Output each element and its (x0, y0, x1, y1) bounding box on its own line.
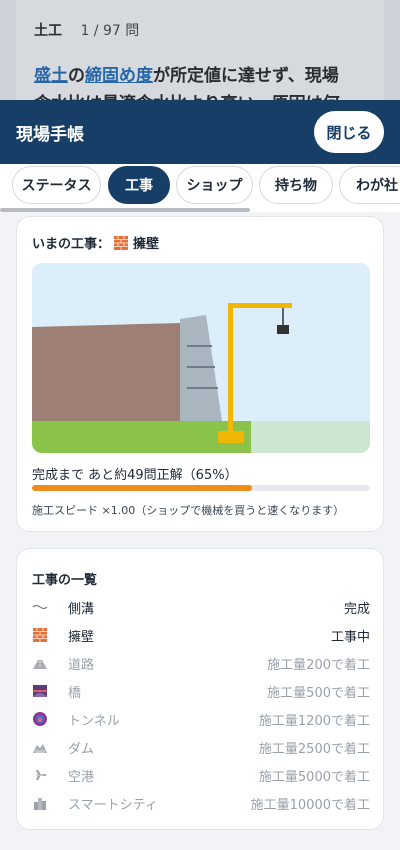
grass-planned (251, 421, 370, 453)
work-item-name: ダム (68, 741, 95, 757)
airplane-icon (32, 767, 48, 783)
work-item-ditch: 側溝 完成 (32, 597, 370, 617)
road-icon (32, 655, 48, 671)
tab-shop[interactable]: ショップ (176, 166, 253, 204)
work-item-airport: 空港 施工量5000で着工 (32, 765, 370, 785)
dam-icon (32, 739, 48, 755)
work-item-name: スマートシティ (68, 797, 158, 813)
tab-scrollbar[interactable] (0, 208, 250, 212)
work-item-name: 空港 (68, 769, 95, 785)
construction-speed-text: 施工スピード ×1.00（ショップで機械を買うと速くなります） (32, 504, 345, 517)
tab-inventory[interactable]: 持ち物 (259, 166, 333, 204)
works-list-card: 工事の一覧 側溝 完成 擁壁 工事中 道路 施工量200で着工 橋 施工量500… (16, 548, 384, 830)
work-item-tunnel: トンネル 施工量1200で着工 (32, 709, 370, 729)
work-item-retaining-wall: 擁壁 工事中 (32, 625, 370, 645)
work-item-status: 施工量1200で着工 (258, 713, 370, 729)
progress-bar (32, 485, 370, 491)
work-item-status: 施工量10000で着工 (250, 797, 370, 813)
current-work-card: いまの工事： 擁壁 完成まで あと約49問正解（65%） 施工スピード ×1.0… (16, 216, 384, 532)
earth-embankment (32, 323, 180, 423)
ditch-icon (32, 599, 48, 615)
current-work-name: 擁壁 (133, 237, 160, 252)
work-item-status: 施工量5000で着工 (258, 769, 370, 785)
work-item-dam: ダム 施工量2500で着工 (32, 737, 370, 757)
progress-bar-fill (32, 485, 252, 491)
work-item-name: トンネル (68, 713, 120, 729)
work-item-status: 工事中 (330, 629, 370, 645)
works-list-title: 工事の一覧 (32, 573, 98, 588)
work-item-status: 完成 (343, 601, 370, 617)
brick-wall-icon (114, 235, 129, 250)
city-icon (32, 795, 48, 811)
tab-status[interactable]: ステータス (12, 166, 101, 204)
work-item-status: 施工量2500で着工 (258, 741, 370, 757)
close-button[interactable]: 閉じる (314, 111, 384, 153)
site-notebook-sheet: 現場手帳 閉じる ステータス 工事 ショップ 持ち物 わが社 いまの工事： 擁壁 (0, 100, 400, 850)
brick-wall-icon (32, 627, 48, 643)
work-item-status: 施工量500で着工 (267, 685, 370, 701)
sheet-title: 現場手帳 (16, 124, 84, 145)
current-work-prefix: いまの工事： (32, 237, 111, 252)
work-item-name: 擁壁 (68, 629, 95, 645)
tab-works[interactable]: 工事 (108, 166, 170, 204)
work-item-name: 道路 (68, 657, 95, 673)
tab-company[interactable]: わが社 (339, 166, 400, 204)
work-item-bridge: 橋 施工量500で着工 (32, 681, 370, 701)
work-item-status: 施工量200で着工 (267, 657, 370, 673)
tunnel-icon (32, 711, 48, 727)
sheet-header: 現場手帳 閉じる (0, 100, 400, 164)
current-work-label: いまの工事： 擁壁 (32, 233, 159, 252)
progress-text: 完成まで あと約49問正解（65%） (32, 468, 238, 483)
tab-bar: ステータス 工事 ショップ 持ち物 わが社 (0, 164, 400, 212)
work-item-smart-city: スマートシティ 施工量10000で着工 (32, 793, 370, 813)
bridge-icon (32, 683, 48, 699)
work-item-name: 側溝 (68, 601, 95, 617)
construction-scene (32, 263, 370, 453)
work-item-name: 橋 (68, 685, 82, 701)
work-item-road: 道路 施工量200で着工 (32, 653, 370, 673)
